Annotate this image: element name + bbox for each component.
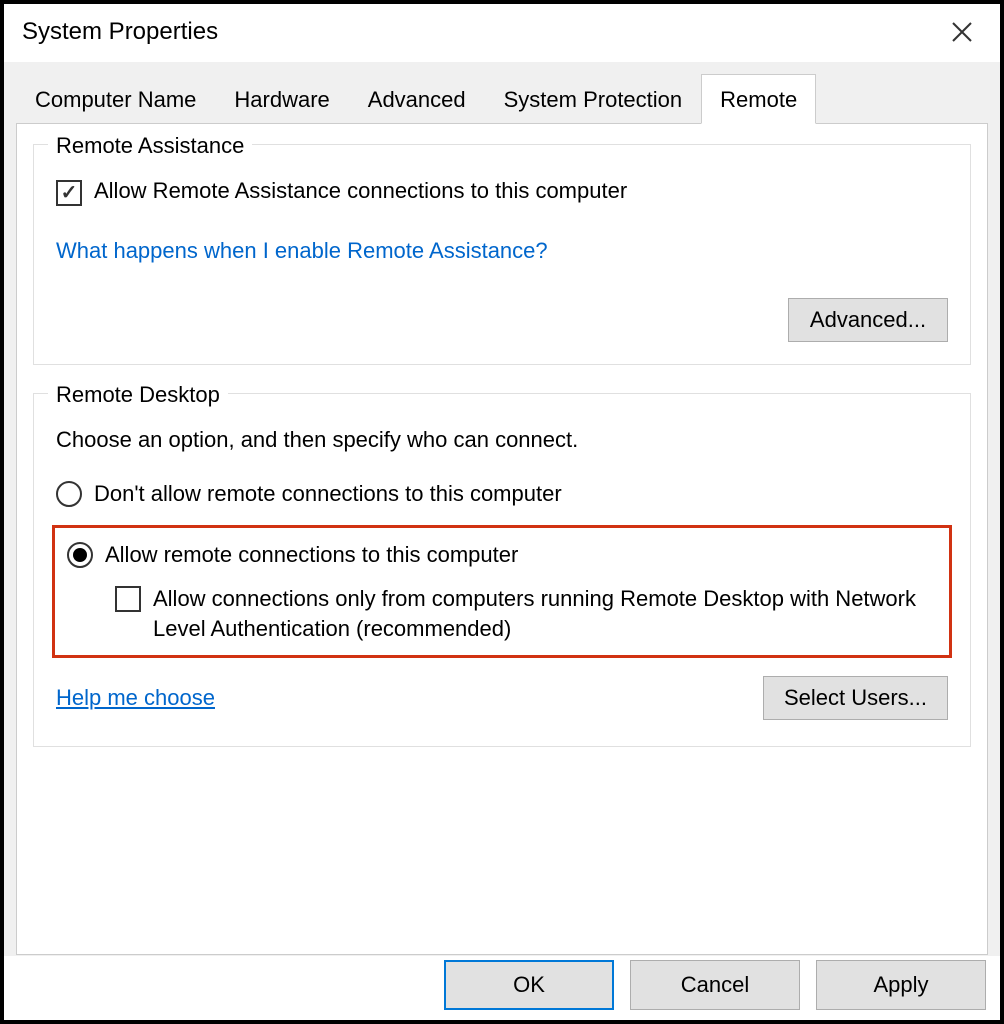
content-area: Computer Name Hardware Advanced System P… <box>4 62 1000 956</box>
tab-system-protection[interactable]: System Protection <box>485 74 702 123</box>
remote-assistance-help-link[interactable]: What happens when I enable Remote Assist… <box>56 238 548 264</box>
radio-dont-allow[interactable]: Don't allow remote connections to this c… <box>56 481 948 507</box>
select-users-button[interactable]: Select Users... <box>763 676 948 720</box>
nla-label: Allow connections only from computers ru… <box>153 584 937 643</box>
remote-desktop-group: Remote Desktop Choose an option, and the… <box>33 393 971 747</box>
tab-hardware[interactable]: Hardware <box>215 74 348 123</box>
checkbox-icon-unchecked <box>115 586 141 612</box>
close-button[interactable] <box>942 12 982 52</box>
apply-button[interactable]: Apply <box>816 960 986 1010</box>
radio-icon-selected <box>67 542 93 568</box>
ok-button[interactable]: OK <box>444 960 614 1010</box>
help-me-choose-link[interactable]: Help me choose <box>56 685 215 711</box>
allow-remote-assistance-label: Allow Remote Assistance connections to t… <box>94 178 627 204</box>
remote-assistance-group: Remote Assistance Allow Remote Assistanc… <box>33 144 971 365</box>
tab-row: Computer Name Hardware Advanced System P… <box>16 74 988 123</box>
tab-computer-name[interactable]: Computer Name <box>16 74 215 123</box>
remote-assistance-label: Remote Assistance <box>48 133 252 159</box>
tab-remote[interactable]: Remote <box>701 74 816 124</box>
nla-checkbox[interactable]: Allow connections only from computers ru… <box>115 584 937 643</box>
checkbox-icon-checked <box>56 180 82 206</box>
highlight-box: Allow remote connections to this compute… <box>52 525 952 658</box>
cancel-button[interactable]: Cancel <box>630 960 800 1010</box>
radio-allow-label: Allow remote connections to this compute… <box>105 542 518 568</box>
dialog-buttons: OK Cancel Apply <box>444 960 986 1010</box>
tab-panel-remote: Remote Assistance Allow Remote Assistanc… <box>16 123 988 955</box>
titlebar: System Properties <box>4 4 1000 62</box>
remote-desktop-label: Remote Desktop <box>48 382 228 408</box>
window-title: System Properties <box>22 18 218 46</box>
close-icon <box>951 21 973 43</box>
allow-remote-assistance-checkbox[interactable]: Allow Remote Assistance connections to t… <box>56 178 948 206</box>
advanced-button[interactable]: Advanced... <box>788 298 948 342</box>
system-properties-window: System Properties Computer Name Hardware… <box>4 4 1000 1020</box>
radio-dont-allow-label: Don't allow remote connections to this c… <box>94 481 562 507</box>
tab-advanced[interactable]: Advanced <box>349 74 485 123</box>
radio-icon-unselected <box>56 481 82 507</box>
radio-allow[interactable]: Allow remote connections to this compute… <box>67 542 937 568</box>
remote-desktop-description: Choose an option, and then specify who c… <box>56 427 948 453</box>
